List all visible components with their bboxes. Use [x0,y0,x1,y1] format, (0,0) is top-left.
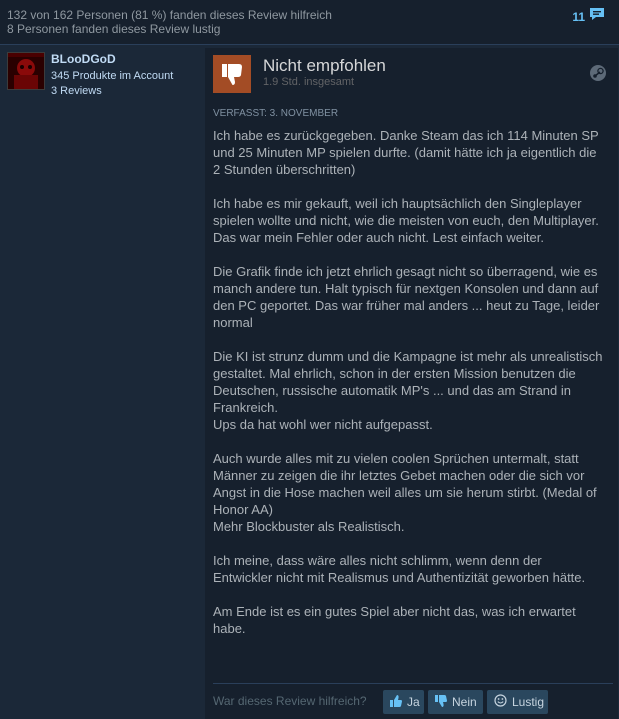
vote-funny-label: Lustig [512,695,545,709]
author-reviews[interactable]: 3 Reviews [51,85,102,97]
vote-yes-label: Ja [407,695,420,709]
author-avatar[interactable] [7,52,45,90]
review-paragraph: Ups da hat wohl wer nicht aufgepasst. [213,417,433,432]
review-paragraph: Ich meine, dass wäre alles nicht schlimm… [213,553,586,585]
review-verdict[interactable]: Nicht empfohlen [263,56,386,76]
review-paragraph: Ich habe es zurückgegeben. Danke Steam d… [213,128,599,177]
comment-icon [589,7,605,26]
comment-count: 11 [572,9,585,24]
review-paragraph: Die KI ist strunz dumm und die Kampagne … [213,349,603,415]
comments-link[interactable]: 11 [572,7,605,26]
steam-icon [589,64,607,87]
thumbs-down-icon[interactable] [213,55,251,93]
helpful-question: War dieses Review hilfreich? [213,694,367,708]
vote-yes-button[interactable]: Ja [383,690,424,714]
author-products[interactable]: 345 Produkte im Account [51,70,173,82]
helpful-count-text: 132 von 162 Personen (81 %) fanden diese… [7,8,332,22]
thumbs-up-icon [390,694,402,710]
posted-date: VERFASST: 3. NOVEMBER [213,108,339,119]
author-name[interactable]: BLooDGoD [51,52,116,66]
header-divider [0,44,619,45]
review-hours: 1.9 Std. insgesamt [263,76,355,88]
funny-count-text: 8 Personen fanden dieses Review lustig [7,22,221,36]
vote-no-button[interactable]: Nein [428,690,483,714]
vote-no-label: Nein [452,695,477,709]
review-text: Ich habe es zurückgegeben. Danke Steam d… [213,127,603,654]
review-paragraph: Mehr Blockbuster als Realistisch. [213,519,405,534]
thumbs-down-icon [435,694,447,710]
smiley-icon [494,694,507,710]
vote-funny-button[interactable]: Lustig [487,690,548,714]
review-paragraph: Am Ende ist es ein gutes Spiel aber nich… [213,604,576,636]
footer-divider [213,683,613,684]
review-paragraph: Die Grafik finde ich jetzt ehrlich gesag… [213,264,600,330]
review-paragraph: Auch wurde alles mit zu vielen coolen Sp… [213,451,597,517]
review-paragraph: Ich habe es mir gekauft, weil ich haupts… [213,196,599,245]
